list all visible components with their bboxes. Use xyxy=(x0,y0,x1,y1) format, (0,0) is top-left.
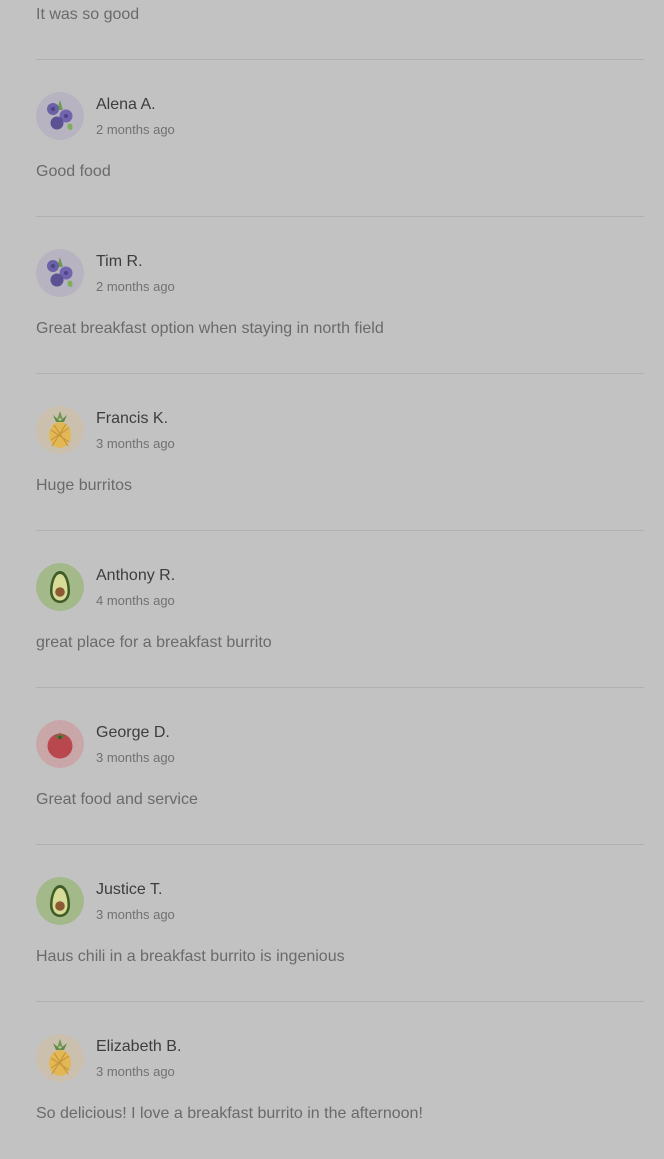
review-text: great place for a breakfast burrito xyxy=(36,634,272,651)
review-time: 2 months ago xyxy=(96,122,175,137)
review-time: 2 months ago xyxy=(96,279,175,294)
blueberry-icon xyxy=(36,92,84,140)
reviewer-name[interactable]: Alena A. xyxy=(96,96,156,114)
review-text: Great breakfast option when staying in n… xyxy=(36,320,384,337)
pineapple-icon xyxy=(36,1034,84,1082)
review-item: George D. 3 months ago Great food and se… xyxy=(36,688,644,845)
review-time: 3 months ago xyxy=(96,436,175,451)
review-text: Good food xyxy=(36,163,111,180)
reviewer-name[interactable]: Anthony R. xyxy=(96,567,175,585)
review-item: Francis K. 3 months ago Huge burritos xyxy=(36,374,644,531)
blueberry-icon xyxy=(36,249,84,297)
review-item: Tim R. 2 months ago Great breakfast opti… xyxy=(36,217,644,374)
review-text: Huge burritos xyxy=(36,477,133,494)
pineapple-icon xyxy=(36,406,84,454)
review-text: So delicious! I love a breakfast burrito… xyxy=(36,1105,423,1122)
review-time: 3 months ago xyxy=(96,1064,175,1079)
avocado-icon xyxy=(36,877,84,925)
review-item: Elizabeth B. 3 months ago So delicious! … xyxy=(36,1002,644,1159)
review-text: Haus chili in a breakfast burrito is ing… xyxy=(36,948,345,965)
review-time: 4 months ago xyxy=(96,593,175,608)
review-text: Great food and service xyxy=(36,791,198,808)
review-text: It was so good xyxy=(36,6,140,23)
review-item: Anthony R. 4 months ago great place for … xyxy=(36,531,644,688)
tomato-icon xyxy=(36,720,84,768)
avocado-icon xyxy=(36,563,84,611)
reviewer-name[interactable]: Tim R. xyxy=(96,253,143,271)
reviewer-name[interactable]: Justice T. xyxy=(96,881,162,899)
reviewer-name[interactable]: Francis K. xyxy=(96,410,168,428)
reviewer-name[interactable]: Elizabeth B. xyxy=(96,1038,181,1056)
review-item: Alena A. 2 months ago Good food xyxy=(36,60,644,217)
review-time: 3 months ago xyxy=(96,750,175,765)
review-item: Justice T. 3 months ago Haus chili in a … xyxy=(36,845,644,1002)
reviewer-name[interactable]: George D. xyxy=(96,724,170,742)
review-time: 3 months ago xyxy=(96,907,175,922)
